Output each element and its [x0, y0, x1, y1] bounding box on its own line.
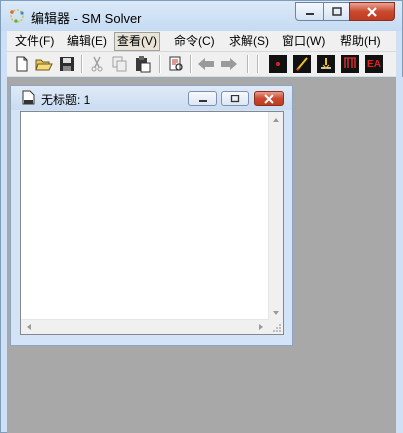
scrollbar-arrows — [273, 118, 279, 315]
ea-icon[interactable]: EA — [365, 55, 383, 73]
document-icon — [22, 90, 35, 105]
close-icon — [255, 92, 283, 105]
resize-grip-icon[interactable] — [269, 320, 283, 334]
toolbar-separator — [190, 55, 192, 73]
menu-help[interactable]: 帮助(H) — [338, 33, 383, 50]
toolbar-separator — [81, 55, 83, 73]
new-document-icon[interactable] — [13, 55, 31, 73]
open-folder-icon[interactable] — [35, 55, 53, 73]
window-right-border — [396, 77, 403, 433]
menu-window[interactable]: 窗口(W) — [280, 33, 327, 50]
red-dot-icon[interactable] — [269, 55, 287, 73]
vertical-scrollbar[interactable] — [268, 112, 283, 322]
pencil-line-icon[interactable] — [293, 55, 311, 73]
maximize-icon — [324, 3, 349, 20]
maximize-button[interactable] — [323, 2, 350, 21]
toolbar-separator — [247, 55, 249, 73]
menu-view[interactable]: 查看(V) — [114, 32, 160, 51]
paste-icon[interactable] — [134, 55, 152, 73]
minimize-button[interactable] — [295, 2, 324, 21]
menu-bar: 文件(F) 编辑(E) 查看(V) 命令(C) 求解(S) 窗口(W) 帮助(H… — [7, 31, 396, 52]
close-icon — [350, 3, 394, 20]
load-arrows-icon[interactable] — [341, 55, 359, 73]
editor-text-area[interactable] — [20, 111, 284, 335]
window-titlebar[interactable]: 编辑器 - SM Solver — [1, 1, 402, 31]
document-close-button[interactable] — [254, 91, 284, 106]
cut-icon[interactable] — [88, 55, 106, 73]
menu-file[interactable]: 文件(F) — [13, 33, 56, 50]
close-button[interactable] — [349, 2, 395, 21]
scrollbar-arrows — [27, 324, 263, 330]
menu-edit[interactable]: 编辑(E) — [65, 33, 109, 50]
toolbar-separator — [159, 55, 161, 73]
window-title: 编辑器 - SM Solver — [31, 11, 142, 26]
document-titlebar[interactable]: 无标题: 1 — [11, 86, 292, 110]
menu-command[interactable]: 命令(C) — [172, 33, 217, 50]
document-minimize-button[interactable] — [188, 91, 217, 106]
main-window: 编辑器 - SM Solver 文件(F) 编辑(E) 查看(V) 命令(C) … — [0, 0, 403, 433]
document-maximize-button[interactable] — [221, 91, 249, 106]
back-arrow-icon[interactable] — [197, 55, 215, 73]
node-fix-icon[interactable] — [317, 55, 335, 73]
toolbar: EA — [7, 52, 396, 76]
copy-icon[interactable] — [111, 55, 129, 73]
print-preview-icon[interactable] — [167, 55, 185, 73]
forward-arrow-icon[interactable] — [220, 55, 238, 73]
app-logo-icon — [9, 8, 25, 24]
minimize-icon — [296, 3, 323, 20]
toolbar-separator — [257, 55, 259, 73]
minimize-icon — [189, 92, 216, 105]
save-icon[interactable] — [58, 55, 76, 73]
horizontal-scrollbar[interactable] — [21, 319, 269, 334]
menu-solve[interactable]: 求解(S) — [227, 33, 271, 50]
document-window: 无标题: 1 — [10, 85, 293, 346]
maximize-icon — [222, 92, 248, 105]
document-title: 无标题: 1 — [41, 93, 91, 107]
